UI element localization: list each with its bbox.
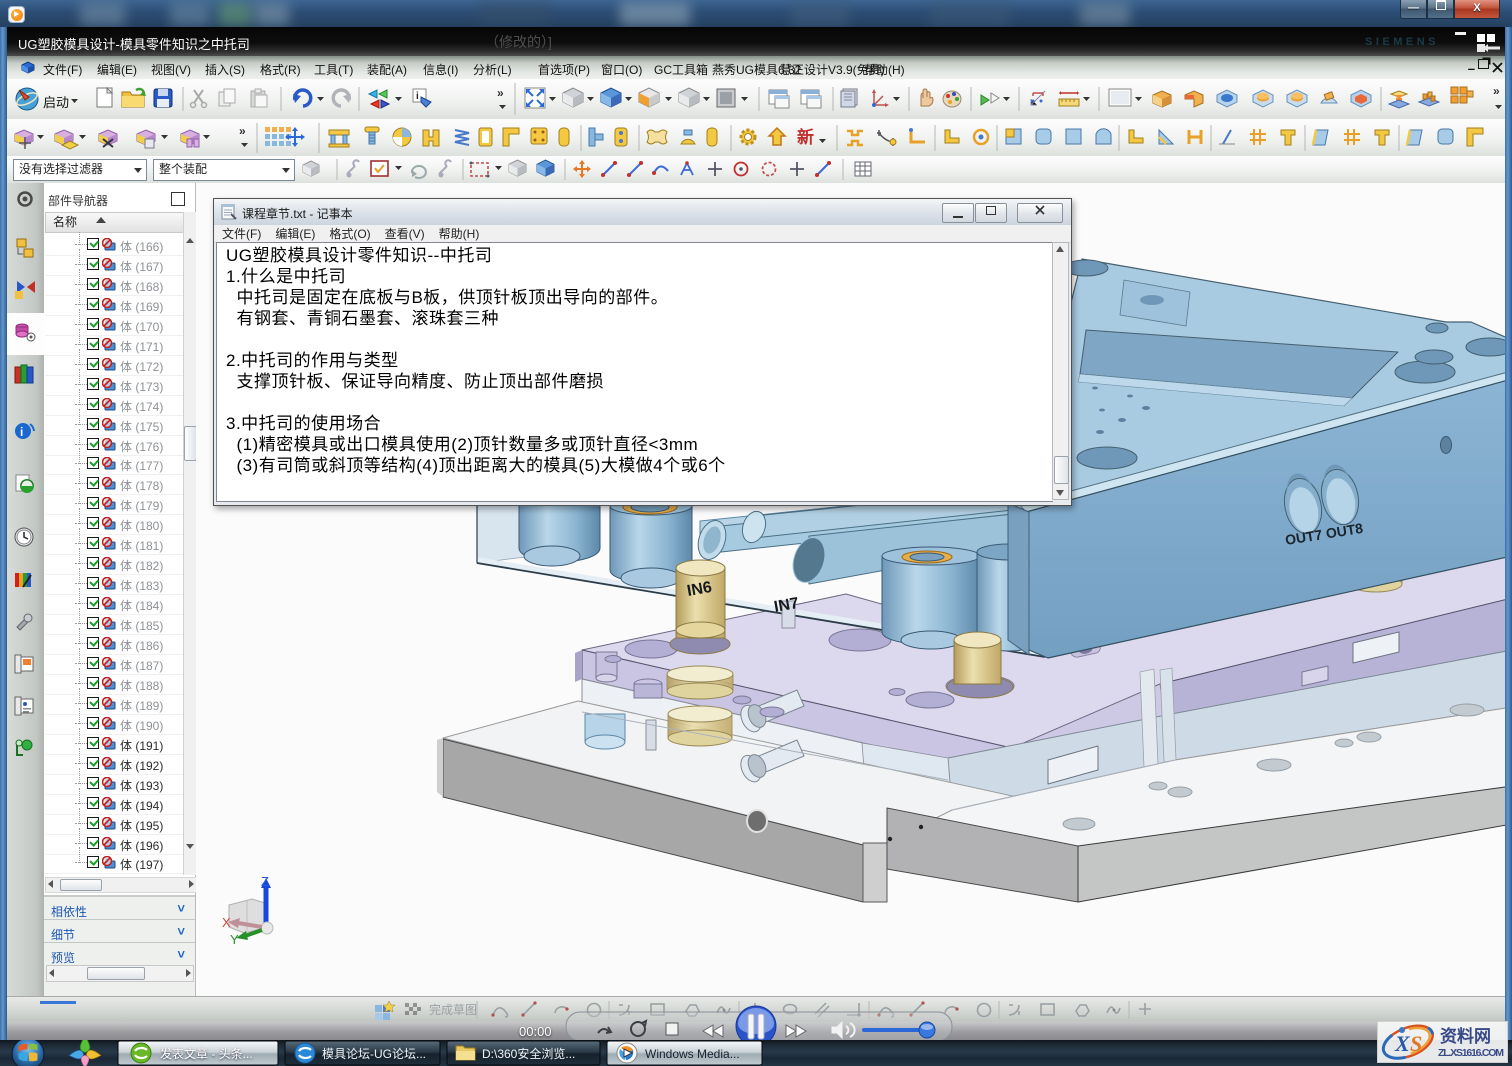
svg-text:i: i	[20, 425, 23, 439]
svg-text:Windows Media...: Windows Media...	[645, 1047, 740, 1061]
svg-text:Y: Y	[230, 932, 239, 947]
svg-text:启动: 启动	[43, 95, 69, 110]
svg-text:i: i	[416, 91, 419, 102]
svg-text:»: »	[239, 124, 246, 138]
svg-text:»: »	[1493, 84, 1500, 98]
svg-text:00:00: 00:00	[519, 1024, 552, 1039]
svg-text:模具论坛-UG论坛...: 模具论坛-UG论坛...	[322, 1047, 426, 1061]
svg-text:S: S	[1410, 1031, 1422, 1056]
svg-text:发表文章 - 头条...: 发表文章 - 头条...	[160, 1046, 253, 1061]
svg-text:X: X	[1394, 1031, 1411, 1056]
svg-text:Z: Z	[261, 874, 269, 889]
svg-text:资料网: 资料网	[1440, 1026, 1491, 1046]
svg-text:新: 新	[797, 127, 814, 147]
svg-text:»: »	[497, 86, 504, 100]
svg-text:X: X	[222, 915, 231, 930]
svg-text:D:\360安全浏览...: D:\360安全浏览...	[482, 1046, 575, 1061]
svg-text:ZL.XS1616.COM: ZL.XS1616.COM	[1438, 1047, 1504, 1059]
